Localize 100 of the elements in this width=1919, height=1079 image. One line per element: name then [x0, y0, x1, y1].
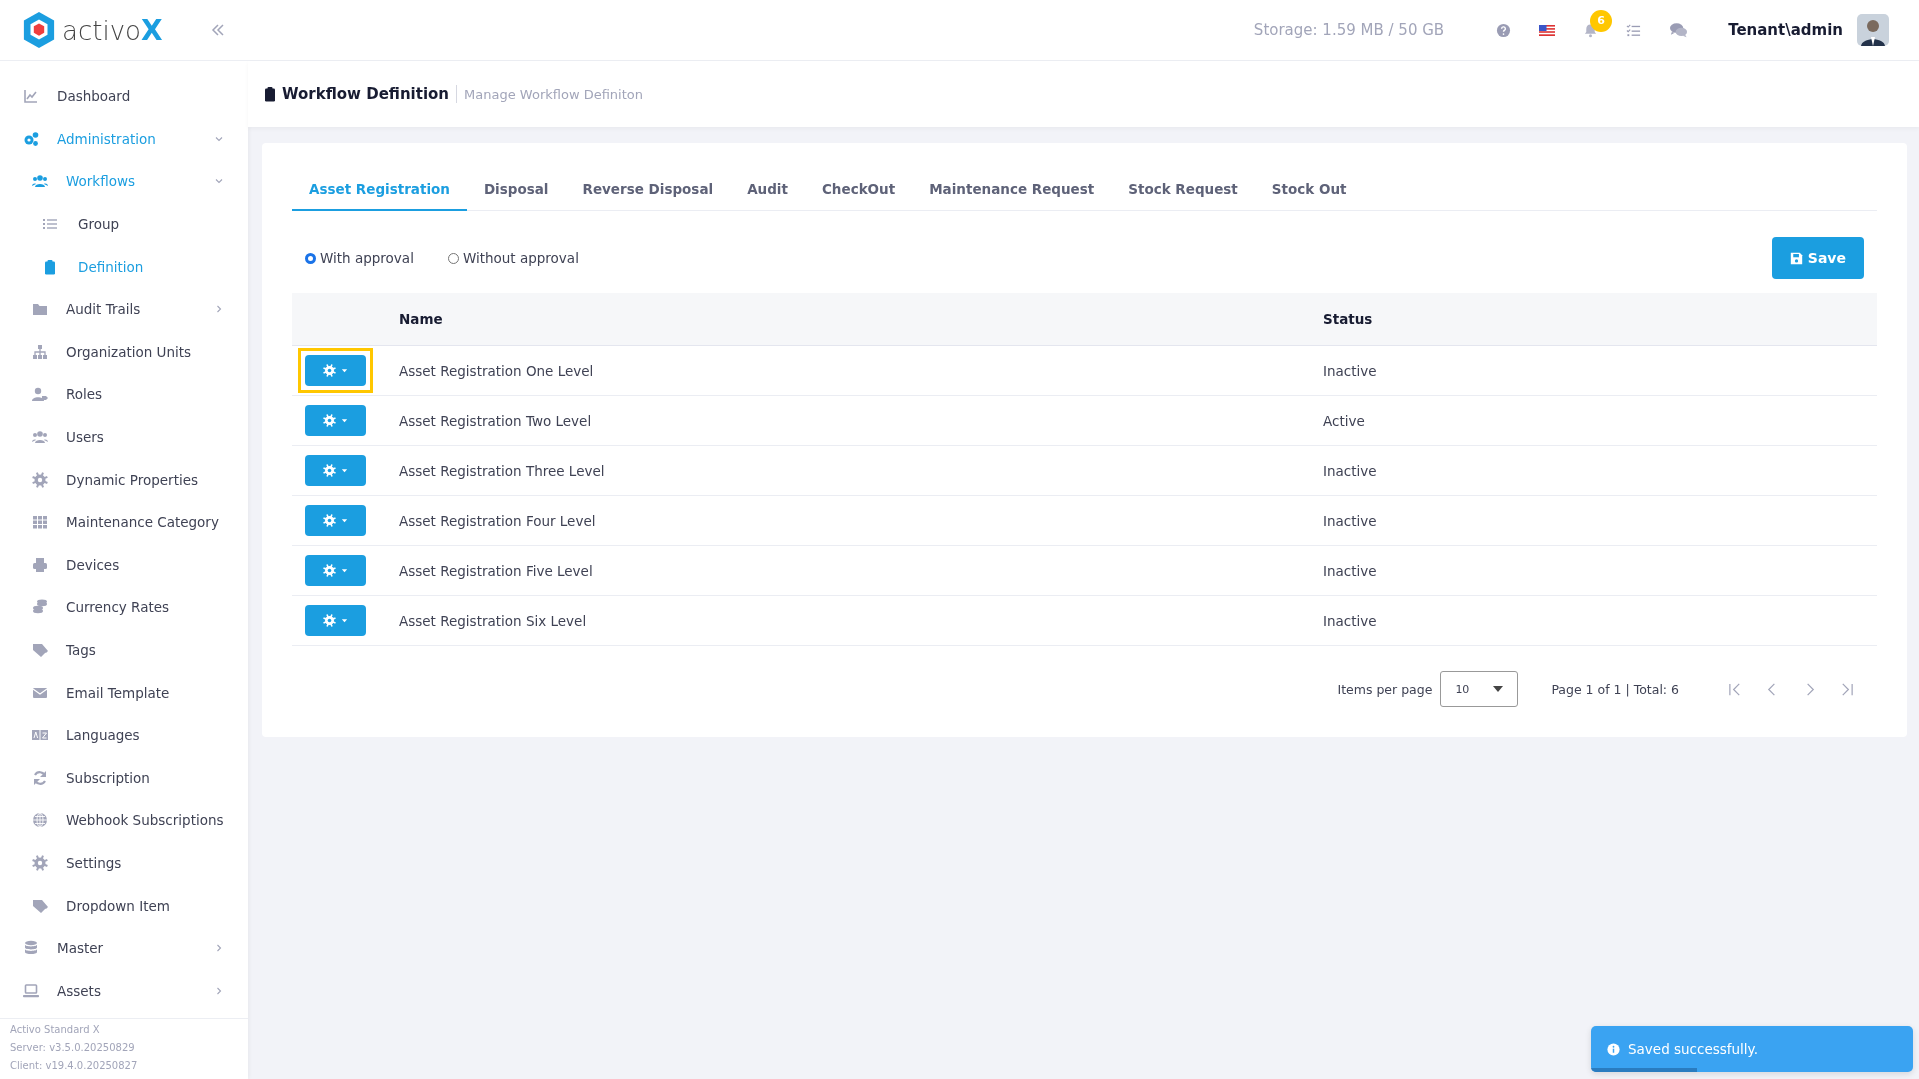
sidebar-item[interactable]: Languages	[0, 713, 248, 757]
sidebar-item[interactable]: Dashboard	[0, 75, 248, 118]
sidebar-item[interactable]: Webhook Subscriptions	[0, 799, 248, 842]
table-cell-text: Inactive	[1323, 512, 1378, 529]
chat-icon[interactable]	[1669, 22, 1689, 38]
chart-icon	[23, 88, 39, 105]
tab[interactable]: Maintenance Request	[912, 171, 1112, 211]
column-header: Status	[1323, 311, 1374, 327]
gear-icon	[32, 471, 48, 488]
page-size-select[interactable]: 10	[1440, 671, 1519, 707]
sidebar-item[interactable]: Dynamic Properties	[0, 458, 248, 501]
user-tag-icon	[32, 386, 48, 403]
toast-message: Saved successfully.	[1628, 1041, 1758, 1057]
table-cell-text: Asset Registration One Level	[399, 362, 595, 379]
coins-icon	[32, 599, 48, 616]
refresh-icon	[32, 769, 48, 786]
clipboard-icon	[262, 85, 278, 103]
logo-icon	[22, 11, 56, 49]
version-text: Server: v3.5.0.20250829	[10, 1041, 136, 1055]
tab[interactable]: Stock Out	[1254, 171, 1364, 211]
table-cell-text: Asset Registration Two Level	[399, 412, 593, 429]
help-icon[interactable]	[1496, 22, 1512, 38]
chevron-right-icon	[214, 943, 224, 954]
users-icon	[32, 429, 48, 446]
tag-icon	[32, 642, 48, 658]
gear-icon	[32, 855, 48, 871]
sidebar-item[interactable]: Currency Rates	[0, 586, 248, 629]
chevron-right-icon	[214, 985, 224, 996]
version-text: Client: v19.4.0.20250827	[10, 1059, 139, 1073]
sidebar-item[interactable]: Group	[0, 202, 248, 246]
gear-icon	[323, 464, 336, 477]
tag-icon	[32, 897, 48, 914]
hierarchy-icon	[32, 343, 48, 360]
chevron-right-icon	[214, 304, 224, 315]
table-cell-text: Inactive	[1323, 362, 1378, 379]
caret-icon	[1493, 686, 1504, 692]
table-cell-text: Asset Registration Four Level	[399, 512, 597, 529]
user-name[interactable]: Tenant\admin	[1728, 21, 1843, 39]
tab[interactable]: Reverse Disposal	[565, 171, 731, 211]
caret-icon	[341, 517, 348, 524]
table-cell-text: Inactive	[1323, 462, 1378, 479]
sidebar-item[interactable]: Organization Units	[0, 330, 248, 374]
table-cell-text: Inactive	[1323, 562, 1378, 579]
table-cell-text: Asset Registration Five Level	[399, 562, 594, 579]
collapse-icon[interactable]	[210, 22, 226, 38]
flag-icon[interactable]	[1539, 24, 1556, 36]
page-title: Workflow Definition	[282, 85, 458, 103]
actions-button[interactable]	[305, 505, 366, 536]
actions-button[interactable]	[305, 405, 366, 436]
caret-icon	[341, 417, 348, 424]
sidebar-item[interactable]: Devices	[0, 543, 248, 587]
caret-icon	[341, 567, 348, 574]
grid-icon	[32, 514, 48, 531]
first-page-icon[interactable]	[1728, 681, 1743, 697]
table-cell-text: Asset Registration Six Level	[399, 612, 588, 629]
sidebar-item[interactable]: Audit Trails	[0, 287, 248, 331]
database-icon	[23, 940, 39, 957]
actions-button[interactable]	[305, 555, 366, 586]
avatar[interactable]	[1857, 14, 1889, 46]
tab[interactable]: Stock Request	[1111, 171, 1255, 211]
sidebar-item[interactable]: Settings	[0, 841, 248, 885]
sidebar-item[interactable]: Subscription	[0, 756, 248, 800]
sidebar-item[interactable]: Maintenance Category	[0, 500, 248, 544]
radio-label: Without approval	[462, 250, 579, 266]
laptop-icon	[23, 982, 39, 999]
actions-button[interactable]	[305, 455, 366, 486]
actions-button[interactable]	[305, 605, 366, 636]
page-subtitle: Manage Workflow Definiton	[463, 86, 643, 102]
floppy-icon	[1789, 251, 1803, 265]
globe-icon	[32, 812, 48, 829]
gear-icon	[323, 564, 336, 577]
tab[interactable]: Audit	[730, 171, 805, 211]
radio-button[interactable]	[305, 252, 316, 264]
caret-icon	[341, 367, 348, 374]
sidebar-item[interactable]: Roles	[0, 373, 248, 416]
checklist-icon[interactable]	[1626, 22, 1642, 38]
folder-icon	[32, 301, 48, 318]
table-cell-text: Active	[1323, 412, 1366, 429]
gear-icon	[323, 514, 336, 527]
storage-text: Storage: 1.59 MB / 50 GB	[1253, 21, 1445, 39]
actions-button[interactable]	[305, 355, 366, 386]
table-cell-text: Asset Registration Three Level	[399, 462, 606, 479]
pagination-label: Items per page	[1337, 681, 1433, 697]
sidebar-item[interactable]: Assets	[0, 969, 248, 1013]
radio-button[interactable]	[447, 252, 459, 264]
gear-icon	[323, 364, 336, 377]
tab[interactable]: CheckOut	[804, 171, 913, 211]
sidebar-item[interactable]: Dropdown Item	[0, 884, 248, 927]
column-header: Name	[399, 311, 444, 327]
sidebar-item[interactable]: Users	[0, 415, 248, 459]
tab[interactable]: Disposal	[466, 171, 566, 211]
sidebar-item[interactable]: Tags	[0, 628, 248, 672]
notification-badge: 6	[1590, 9, 1613, 32]
sidebar-item[interactable]: Email Template	[0, 671, 248, 714]
sidebar-item[interactable]: Master	[0, 926, 248, 970]
gear-icon	[323, 614, 336, 627]
caret-icon	[341, 617, 348, 624]
table-cell-text: Inactive	[1323, 612, 1378, 629]
info-icon	[1607, 1042, 1620, 1056]
last-page-icon[interactable]	[1839, 681, 1854, 697]
